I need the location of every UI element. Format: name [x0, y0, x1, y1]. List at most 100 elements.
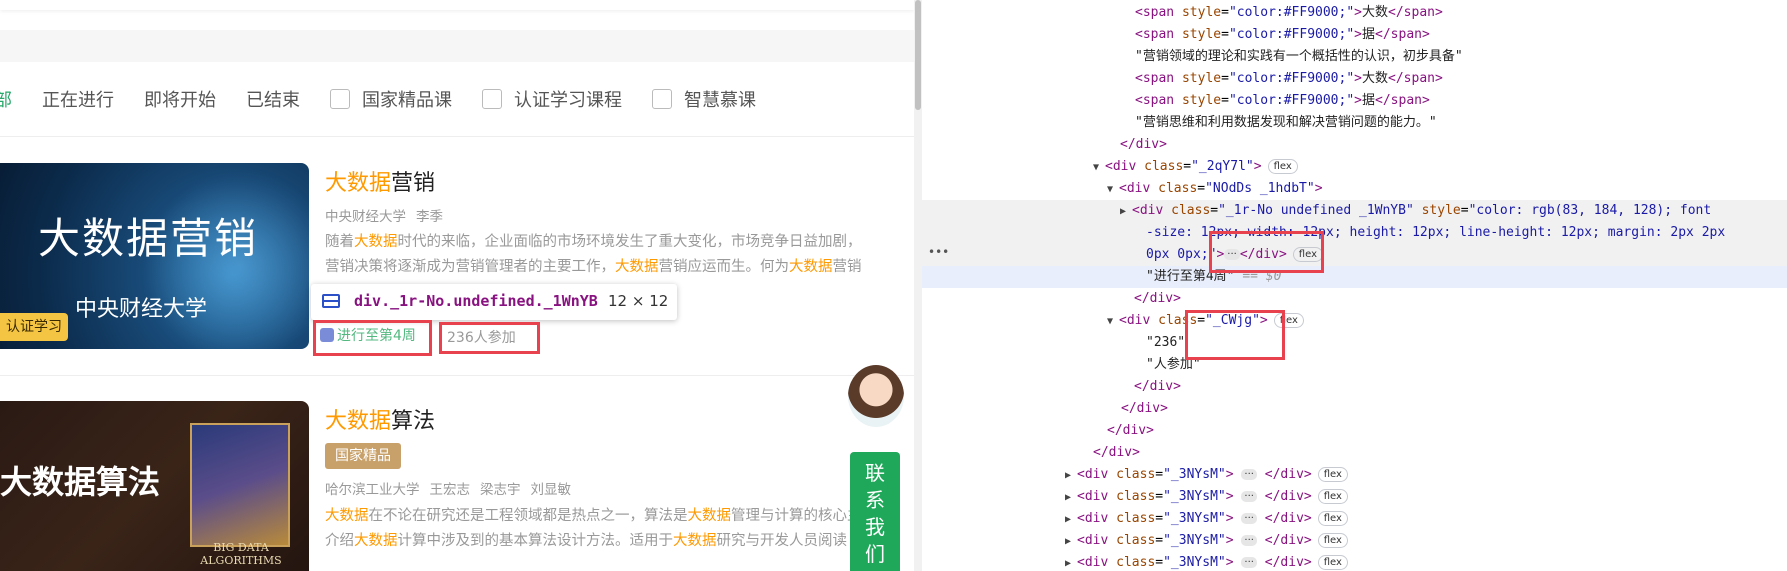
dom-tree-node[interactable]: ▶ <div class="_3NYsM"> ··· </div> flex — [922, 530, 1787, 552]
tab-all[interactable]: 部 — [0, 86, 12, 112]
tab-ongoing[interactable]: 正在进行 — [42, 86, 114, 112]
keyword-highlight: 大数据 — [673, 533, 717, 549]
expand-toggle-icon[interactable]: ▶ — [1065, 509, 1077, 531]
dom-tree-node[interactable]: </div> — [922, 442, 1787, 464]
header-strip — [0, 0, 914, 10]
dom-tree-node[interactable]: </div> — [922, 288, 1787, 310]
title-highlight: 大数据 — [325, 171, 392, 196]
school-name[interactable]: 中央财经大学 — [325, 209, 406, 225]
expand-toggle-icon[interactable]: ▼ — [1107, 179, 1119, 201]
annotation-box-count-node — [1185, 310, 1285, 360]
expand-toggle-icon[interactable]: ▶ — [1065, 487, 1077, 509]
course-title[interactable]: 大数据算法 — [325, 403, 435, 435]
expand-toggle-icon[interactable]: ▼ — [1107, 311, 1119, 333]
dom-tree-node[interactable]: "236" — [922, 332, 1787, 354]
dom-tree-node[interactable]: "营销领域的理论和实践有一个概括性的认识，初步具备" — [922, 46, 1787, 68]
dom-tree-node[interactable]: ▶ <div class="_1r-No undefined _1WnYB" st… — [922, 200, 1787, 222]
dom-tree-node[interactable]: ▶ <div class="_3NYsM"> ··· </div> flex — [922, 464, 1787, 486]
desc-text: 时代的来临，企业面临的市场环境发生了重大变化，市场竞争日益加剧， — [397, 234, 862, 250]
title-rest: 营销 — [391, 171, 436, 196]
course-description: 随着大数据时代的来临，企业面临的市场环境发生了重大变化，市场竞争日益加剧， 营销… — [325, 230, 922, 280]
divider — [0, 375, 914, 376]
course-title[interactable]: 大数据营销 — [325, 165, 435, 197]
dom-tree-node[interactable]: 0px 0px;"> ··· </div> flex — [922, 244, 1787, 266]
dom-tree-node[interactable]: "营销思维和利用数据发现和解决营销问题的能力。" — [922, 112, 1787, 134]
teacher-name[interactable]: 李季 — [416, 209, 443, 225]
desc-line: 介绍大数据计算中涉及到的基本算法设计方法。适用于大数据研究与开发人员阅读 — [325, 529, 922, 554]
desc-text: 在不论在研究还是工程领域都是热点之一，算法是 — [368, 508, 688, 524]
row-actions-icon[interactable]: ••• — [928, 245, 949, 259]
expand-toggle-icon[interactable]: ▶ — [1120, 201, 1132, 223]
cover-english-title: BIG DATA ALGORITHMS — [200, 541, 282, 567]
dom-tree-node[interactable]: </div> — [922, 134, 1787, 156]
dom-tree-node[interactable]: -size: 12px; width: 12px; height: 12px; … — [922, 222, 1787, 244]
expand-toggle-icon[interactable]: ▶ — [1065, 553, 1077, 571]
desc-text: 营销 — [832, 259, 862, 275]
annotation-box-selected-node — [1209, 231, 1324, 273]
tab-upcoming[interactable]: 即将开始 — [144, 86, 216, 112]
keyword-highlight: 大数据 — [354, 234, 398, 250]
filter-bar: 部 正在进行 即将开始 已结束 国家精品课 认证学习课程 智慧慕课 — [0, 84, 786, 114]
dom-tree-node[interactable]: ▼ <div class="NOdDs _1hdbT"> — [922, 178, 1787, 200]
course-list-page: 部 正在进行 即将开始 已结束 国家精品课 认证学习课程 智慧慕课 大数据营销 … — [0, 0, 922, 571]
search-bar-area[interactable] — [0, 30, 914, 62]
checkbox-label: 认证学习课程 — [514, 90, 622, 111]
keyword-highlight: 大数据 — [325, 508, 369, 524]
dom-tree-node[interactable]: </div> — [922, 376, 1787, 398]
divider — [0, 136, 914, 137]
checkbox-label: 智慧慕课 — [684, 90, 756, 111]
checkbox-box[interactable] — [330, 89, 350, 109]
checkbox-smart-mooc[interactable]: 智慧慕课 — [652, 86, 756, 112]
title-rest: 算法 — [391, 409, 436, 434]
dom-tree-node[interactable]: "进行至第4周" == $0 — [922, 266, 1787, 288]
checkbox-label: 国家精品课 — [362, 90, 452, 111]
checkbox-national-quality[interactable]: 国家精品课 — [330, 86, 452, 112]
dom-tree-node[interactable]: <span style="color:#FF9000;">大数</span> — [922, 2, 1787, 24]
dom-tree-node[interactable]: <span style="color:#FF9000;">大数</span> — [922, 68, 1787, 90]
dom-tree-node[interactable]: "人参加" — [922, 354, 1787, 376]
dom-tree-node[interactable]: </div> — [922, 398, 1787, 420]
expand-toggle-icon[interactable]: ▶ — [1065, 465, 1077, 487]
dom-tree-node[interactable]: ▶ <div class="_3NYsM"> ··· </div> flex — [922, 508, 1787, 530]
dom-tree-node[interactable]: </div> — [922, 420, 1787, 442]
checkbox-box[interactable] — [652, 89, 672, 109]
cover-title: 大数据算法 — [0, 463, 161, 501]
school-name[interactable]: 哈尔滨工业大学 — [325, 482, 420, 498]
keyword-highlight: 大数据 — [615, 259, 659, 275]
dom-tree-node[interactable]: ▼ <div class="_CWjg"> flex — [922, 310, 1787, 332]
teacher-name[interactable]: 王宏志 — [430, 482, 471, 498]
teacher-name[interactable]: 梁志宇 — [480, 482, 521, 498]
teacher-name[interactable]: 刘显敏 — [531, 482, 572, 498]
course-description: 大数据在不论在研究还是工程领域都是热点之一，算法是大数据管理与计算的核心主 介绍… — [325, 504, 922, 554]
cert-tag: 认证学习 — [0, 313, 68, 341]
title-highlight: 大数据 — [325, 409, 392, 434]
dom-tree-node[interactable]: <span style="color:#FF9000;">据</span> — [922, 24, 1787, 46]
national-quality-badge: 国家精品 — [325, 443, 401, 469]
checkbox-box[interactable] — [482, 89, 502, 109]
devtools-elements-panel: <span style="color:#FF9000;">大数</span> <s… — [922, 0, 1787, 571]
cover-subtitle: 中央财经大学 — [75, 297, 208, 322]
assistant-avatar[interactable] — [848, 365, 904, 427]
dom-tree-node[interactable]: ▼ <div class="_2qY7l"> flex — [922, 156, 1787, 178]
desc-text: 介绍 — [325, 533, 354, 549]
desc-text: 随着 — [325, 234, 354, 250]
keyword-highlight: 大数据 — [789, 259, 833, 275]
devtools-inspect-tooltip: div._1r-No.undefined._1WnYB 12 × 12 — [311, 284, 677, 320]
desc-text: 计算中涉及到的基本算法设计方法。适用于 — [397, 533, 674, 549]
keyword-highlight: 大数据 — [687, 508, 732, 524]
expand-toggle-icon[interactable]: ▶ — [1065, 531, 1077, 553]
tab-ended[interactable]: 已结束 — [246, 86, 300, 112]
annotation-box-count — [439, 322, 540, 354]
course-cover-image[interactable]: 大数据算法 BIG DATA ALGORITHMS — [0, 401, 309, 571]
dom-tree-node[interactable]: ▶ <div class="_3NYsM"> ··· </div> flex — [922, 486, 1787, 508]
expand-toggle-icon[interactable]: ▼ — [1093, 157, 1105, 179]
tooltip-element-name: div._1r-No.undefined._1WnYB — [354, 292, 598, 310]
dom-tree-node[interactable]: <span style="color:#FF9000;">据</span> — [922, 90, 1787, 112]
page-scrollbar[interactable] — [914, 0, 922, 571]
element-box-icon — [322, 294, 340, 308]
course-meta: 中央财经大学 李季 — [325, 205, 453, 225]
checkbox-certified[interactable]: 认证学习课程 — [482, 86, 622, 112]
scrollbar-thumb[interactable] — [915, 0, 921, 110]
dom-tree-node[interactable]: ▶ <div class="_3NYsM"> ··· </div> flex — [922, 552, 1787, 571]
contact-us-button[interactable]: 联系我们 — [850, 452, 900, 571]
